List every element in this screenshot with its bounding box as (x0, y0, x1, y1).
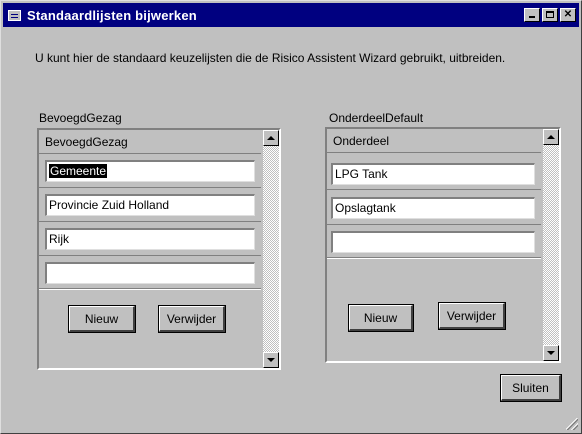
new-record-field[interactable] (45, 262, 255, 284)
list-item[interactable]: Gemeente (45, 160, 255, 182)
scroll-down-icon[interactable] (543, 345, 559, 361)
bevoegdgezag-subform: BevoegdGezag Gemeente Provincie Zuid Hol… (37, 128, 281, 370)
bevoegdgezag-records: BevoegdGezag Gemeente Provincie Zuid Hol… (39, 130, 261, 368)
resize-grip-icon[interactable] (566, 418, 578, 430)
maximize-icon[interactable] (542, 8, 558, 22)
dialog-window: Standaardlijsten bijwerken ✕ U kunt hier… (0, 0, 582, 434)
window-controls: ✕ (522, 8, 576, 22)
delete-button[interactable]: Verwijder (438, 302, 506, 330)
left-section-label: BevoegdGezag (39, 111, 122, 125)
close-button[interactable]: Sluiten (500, 374, 562, 402)
vertical-scrollbar[interactable] (263, 130, 279, 368)
vertical-scrollbar[interactable] (543, 129, 559, 361)
onderdeel-column-header: Onderdeel (327, 129, 541, 153)
list-item[interactable]: Provincie Zuid Holland (45, 194, 255, 216)
intro-text: U kunt hier de standaard keuzelijsten di… (35, 51, 506, 65)
title-bar[interactable]: Standaardlijsten bijwerken ✕ (3, 3, 579, 27)
close-icon[interactable]: ✕ (560, 8, 576, 22)
right-section-label: OnderdeelDefault (329, 111, 424, 125)
onderdeel-records: Onderdeel LPG Tank Opslagtank Nieuw Verw… (327, 129, 541, 361)
bevoegdgezag-column-header: BevoegdGezag (39, 130, 261, 154)
scroll-up-icon[interactable] (543, 129, 559, 145)
app-icon[interactable] (8, 9, 21, 21)
window-title: Standaardlijsten bijwerken (27, 7, 197, 23)
new-record-field[interactable] (331, 231, 535, 253)
scroll-up-icon[interactable] (263, 130, 279, 146)
list-item[interactable]: Rijk (45, 228, 255, 250)
list-item[interactable]: Opslagtank (331, 197, 535, 219)
new-button[interactable]: Nieuw (68, 305, 136, 333)
delete-button[interactable]: Verwijder (158, 305, 226, 333)
list-item[interactable]: LPG Tank (331, 163, 535, 185)
minimize-icon[interactable] (524, 8, 540, 22)
new-button[interactable]: Nieuw (348, 304, 414, 332)
list-item-text-selected: Gemeente (49, 164, 108, 178)
onderdeel-subform: Onderdeel LPG Tank Opslagtank Nieuw Verw… (325, 127, 561, 363)
scroll-down-icon[interactable] (263, 352, 279, 368)
